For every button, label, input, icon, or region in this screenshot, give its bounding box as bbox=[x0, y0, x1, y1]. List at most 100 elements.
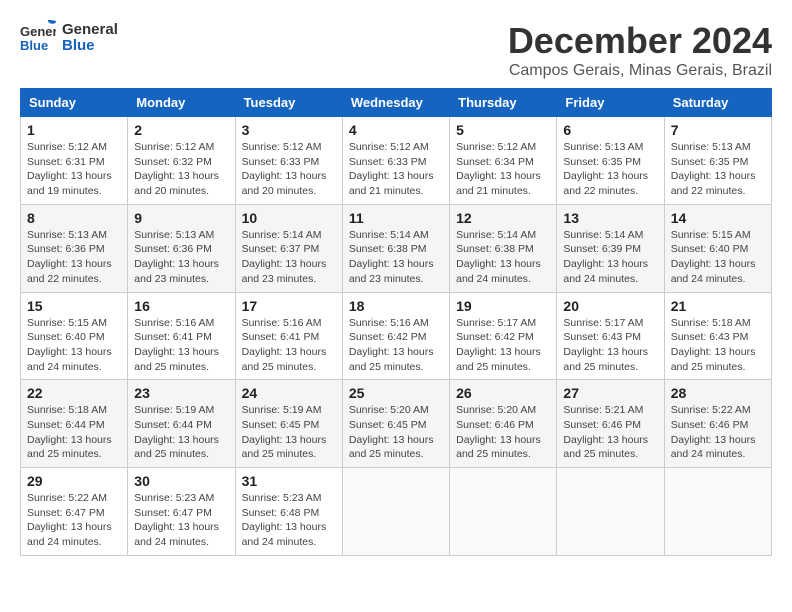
day-number: 1 bbox=[27, 122, 121, 138]
day-number: 11 bbox=[349, 210, 443, 226]
day-info: Sunrise: 5:22 AMSunset: 6:46 PMDaylight:… bbox=[671, 403, 765, 462]
day-cell-2: 2Sunrise: 5:12 AMSunset: 6:32 PMDaylight… bbox=[128, 117, 235, 205]
day-number: 20 bbox=[563, 298, 657, 314]
day-cell-11: 11 Sunrise: 5:14 AMSunset: 6:38 PMDayligh… bbox=[342, 204, 449, 292]
day-cell-22: 22 Sunrise: 5:18 AMSunset: 6:44 PMDayligh… bbox=[21, 380, 128, 468]
day-cell-23: 23 Sunrise: 5:19 AMSunset: 6:44 PMDayligh… bbox=[128, 380, 235, 468]
logo-general: General bbox=[62, 22, 118, 39]
day-info: Sunrise: 5:13 AMSunset: 6:36 PMDaylight:… bbox=[134, 228, 228, 287]
day-cell-12: 12Sunrise: 5:14 AMSunset: 6:38 PMDayligh… bbox=[450, 204, 557, 292]
day-cell-15: 15Sunrise: 5:15 AMSunset: 6:40 PMDayligh… bbox=[21, 292, 128, 380]
day-cell-1: 1 Sunrise: 5:12 AMSunset: 6:31 PMDaylight… bbox=[21, 117, 128, 205]
day-number: 18 bbox=[349, 298, 443, 314]
day-number: 10 bbox=[242, 210, 336, 226]
location-subtitle: Campos Gerais, Minas Gerais, Brazil bbox=[508, 62, 772, 80]
empty-cell bbox=[664, 468, 771, 556]
day-cell-6: 6Sunrise: 5:13 AMSunset: 6:35 PMDaylight… bbox=[557, 117, 664, 205]
week-row-4: 22 Sunrise: 5:18 AMSunset: 6:44 PMDayligh… bbox=[21, 380, 772, 468]
day-info: Sunrise: 5:16 AMSunset: 6:42 PMDaylight:… bbox=[349, 316, 443, 375]
days-header-row: SundayMondayTuesdayWednesdayThursdayFrid… bbox=[21, 89, 772, 117]
day-info: Sunrise: 5:16 AMSunset: 6:41 PMDaylight:… bbox=[242, 316, 336, 375]
day-info: Sunrise: 5:23 AMSunset: 6:47 PMDaylight:… bbox=[134, 491, 228, 550]
day-cell-14: 14Sunrise: 5:15 AMSunset: 6:40 PMDayligh… bbox=[664, 204, 771, 292]
day-number: 28 bbox=[671, 385, 765, 401]
logo-icon: General Blue bbox=[20, 20, 56, 56]
day-info: Sunrise: 5:20 AMSunset: 6:45 PMDaylight:… bbox=[349, 403, 443, 462]
empty-cell bbox=[450, 468, 557, 556]
day-cell-7: 7Sunrise: 5:13 AMSunset: 6:35 PMDaylight… bbox=[664, 117, 771, 205]
week-row-2: 8 Sunrise: 5:13 AMSunset: 6:36 PMDaylight… bbox=[21, 204, 772, 292]
day-info: Sunrise: 5:14 AMSunset: 6:38 PMDaylight:… bbox=[349, 228, 443, 287]
day-header-monday: Monday bbox=[128, 89, 235, 117]
day-number: 3 bbox=[242, 122, 336, 138]
calendar-table: SundayMondayTuesdayWednesdayThursdayFrid… bbox=[20, 88, 772, 556]
logo: General Blue General Blue bbox=[20, 20, 118, 56]
day-info: Sunrise: 5:19 AMSunset: 6:45 PMDaylight:… bbox=[242, 403, 336, 462]
day-cell-20: 20 Sunrise: 5:17 AMSunset: 6:43 PMDayligh… bbox=[557, 292, 664, 380]
svg-text:Blue: Blue bbox=[20, 38, 48, 53]
day-number: 24 bbox=[242, 385, 336, 401]
logo-blue: Blue bbox=[62, 38, 118, 55]
day-info: Sunrise: 5:18 AMSunset: 6:43 PMDaylight:… bbox=[671, 316, 765, 375]
day-info: Sunrise: 5:12 AMSunset: 6:33 PMDaylight:… bbox=[349, 140, 443, 199]
day-number: 29 bbox=[27, 473, 121, 489]
day-cell-3: 3Sunrise: 5:12 AMSunset: 6:33 PMDaylight… bbox=[235, 117, 342, 205]
day-number: 25 bbox=[349, 385, 443, 401]
day-number: 15 bbox=[27, 298, 121, 314]
day-number: 31 bbox=[242, 473, 336, 489]
day-cell-10: 10 Sunrise: 5:14 AMSunset: 6:37 PMDayligh… bbox=[235, 204, 342, 292]
calendar-body: 1 Sunrise: 5:12 AMSunset: 6:31 PMDaylight… bbox=[21, 117, 772, 556]
day-number: 17 bbox=[242, 298, 336, 314]
day-header-thursday: Thursday bbox=[450, 89, 557, 117]
day-cell-30: 30Sunrise: 5:23 AMSunset: 6:47 PMDayligh… bbox=[128, 468, 235, 556]
day-cell-27: 27 Sunrise: 5:21 AMSunset: 6:46 PMDayligh… bbox=[557, 380, 664, 468]
day-info: Sunrise: 5:22 AMSunset: 6:47 PMDaylight:… bbox=[27, 491, 121, 550]
day-cell-28: 28 Sunrise: 5:22 AMSunset: 6:46 PMDayligh… bbox=[664, 380, 771, 468]
day-number: 23 bbox=[134, 385, 228, 401]
month-year-title: December 2024 bbox=[508, 20, 772, 62]
day-cell-21: 21 Sunrise: 5:18 AMSunset: 6:43 PMDayligh… bbox=[664, 292, 771, 380]
day-info: Sunrise: 5:17 AMSunset: 6:42 PMDaylight:… bbox=[456, 316, 550, 375]
day-info: Sunrise: 5:12 AMSunset: 6:31 PMDaylight:… bbox=[27, 140, 121, 199]
day-info: Sunrise: 5:17 AMSunset: 6:43 PMDaylight:… bbox=[563, 316, 657, 375]
day-number: 22 bbox=[27, 385, 121, 401]
day-cell-16: 16Sunrise: 5:16 AMSunset: 6:41 PMDayligh… bbox=[128, 292, 235, 380]
svg-text:General: General bbox=[20, 24, 56, 39]
day-info: Sunrise: 5:14 AMSunset: 6:39 PMDaylight:… bbox=[563, 228, 657, 287]
day-number: 2 bbox=[134, 122, 228, 138]
day-cell-26: 26 Sunrise: 5:20 AMSunset: 6:46 PMDayligh… bbox=[450, 380, 557, 468]
day-info: Sunrise: 5:16 AMSunset: 6:41 PMDaylight:… bbox=[134, 316, 228, 375]
day-info: Sunrise: 5:21 AMSunset: 6:46 PMDaylight:… bbox=[563, 403, 657, 462]
day-info: Sunrise: 5:14 AMSunset: 6:38 PMDaylight:… bbox=[456, 228, 550, 287]
day-info: Sunrise: 5:19 AMSunset: 6:44 PMDaylight:… bbox=[134, 403, 228, 462]
empty-cell bbox=[342, 468, 449, 556]
day-cell-19: 19 Sunrise: 5:17 AMSunset: 6:42 PMDayligh… bbox=[450, 292, 557, 380]
empty-cell bbox=[557, 468, 664, 556]
day-info: Sunrise: 5:20 AMSunset: 6:46 PMDaylight:… bbox=[456, 403, 550, 462]
day-number: 26 bbox=[456, 385, 550, 401]
day-cell-8: 8Sunrise: 5:13 AMSunset: 6:36 PMDaylight… bbox=[21, 204, 128, 292]
day-number: 13 bbox=[563, 210, 657, 226]
day-cell-13: 13 Sunrise: 5:14 AMSunset: 6:39 PMDayligh… bbox=[557, 204, 664, 292]
day-number: 19 bbox=[456, 298, 550, 314]
week-row-5: 29 Sunrise: 5:22 AMSunset: 6:47 PMDayligh… bbox=[21, 468, 772, 556]
day-number: 14 bbox=[671, 210, 765, 226]
day-number: 8 bbox=[27, 210, 121, 226]
day-cell-9: 9Sunrise: 5:13 AMSunset: 6:36 PMDaylight… bbox=[128, 204, 235, 292]
day-header-friday: Friday bbox=[557, 89, 664, 117]
day-number: 21 bbox=[671, 298, 765, 314]
week-row-3: 15Sunrise: 5:15 AMSunset: 6:40 PMDayligh… bbox=[21, 292, 772, 380]
day-cell-25: 25 Sunrise: 5:20 AMSunset: 6:45 PMDayligh… bbox=[342, 380, 449, 468]
day-number: 27 bbox=[563, 385, 657, 401]
day-cell-24: 24 Sunrise: 5:19 AMSunset: 6:45 PMDayligh… bbox=[235, 380, 342, 468]
day-number: 6 bbox=[563, 122, 657, 138]
day-header-sunday: Sunday bbox=[21, 89, 128, 117]
day-info: Sunrise: 5:14 AMSunset: 6:37 PMDaylight:… bbox=[242, 228, 336, 287]
day-header-tuesday: Tuesday bbox=[235, 89, 342, 117]
day-info: Sunrise: 5:18 AMSunset: 6:44 PMDaylight:… bbox=[27, 403, 121, 462]
day-cell-29: 29 Sunrise: 5:22 AMSunset: 6:47 PMDayligh… bbox=[21, 468, 128, 556]
day-info: Sunrise: 5:12 AMSunset: 6:34 PMDaylight:… bbox=[456, 140, 550, 199]
day-cell-17: 17 Sunrise: 5:16 AMSunset: 6:41 PMDayligh… bbox=[235, 292, 342, 380]
title-area: December 2024 Campos Gerais, Minas Gerai… bbox=[508, 20, 772, 80]
day-info: Sunrise: 5:23 AMSunset: 6:48 PMDaylight:… bbox=[242, 491, 336, 550]
